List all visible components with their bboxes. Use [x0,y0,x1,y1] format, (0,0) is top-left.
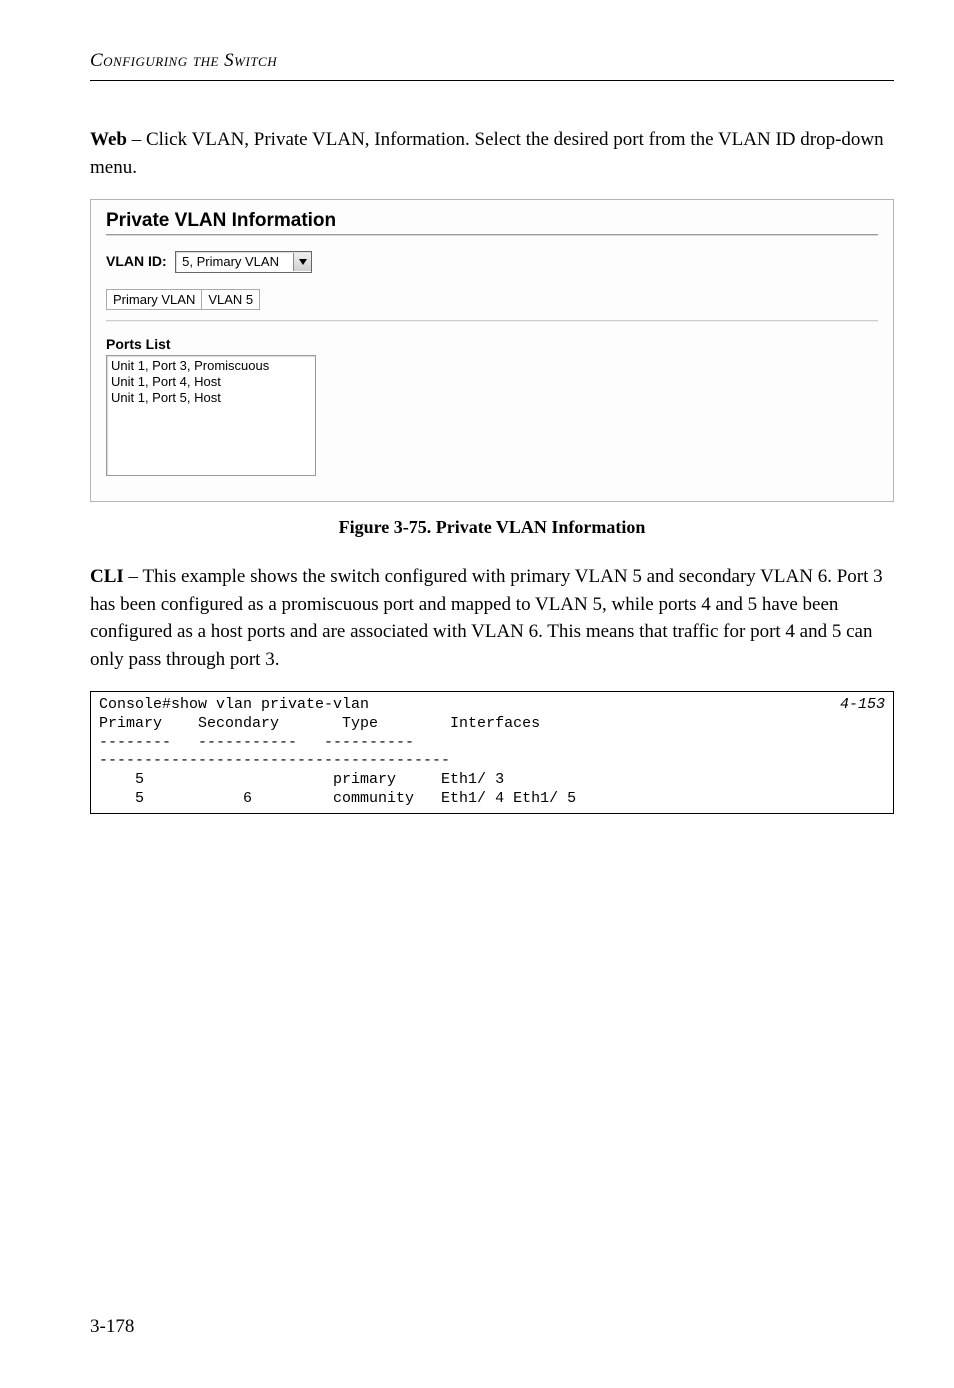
sub-rule [106,320,878,322]
cli-line1: Console#show vlan private-vlan [99,696,369,713]
page-number: 3-178 [90,1316,134,1338]
vlan-id-label: VLAN ID: [106,253,167,269]
cli-output-box: Console#show vlan private-vlan 4-153 Prim… [90,691,894,814]
vlan-id-value: 5, Primary VLAN [176,254,293,269]
cli-paragraph: CLI – This example shows the switch conf… [90,563,894,673]
cli-line5: 5 primary Eth1/ 3 [99,771,504,788]
cli-line3: -------- ----------- ---------- [99,734,414,751]
cli-lead: CLI [90,566,124,587]
cli-line2: Primary Secondary Type Interfaces [99,715,540,732]
figure-caption: Figure 3-75. Private VLAN Information [90,517,894,538]
section-header: Configuring the Switch [90,50,894,72]
intro-paragraph: Web – Click VLAN, Private VLAN, Informat… [90,126,894,181]
cli-rest: – This example shows the switch configur… [90,566,883,670]
chevron-down-icon[interactable] [293,253,311,271]
ports-list-box[interactable]: Unit 1, Port 3, Promiscuous Unit 1, Port… [106,355,316,476]
list-item[interactable]: Unit 1, Port 4, Host [111,374,311,390]
vlan-id-dropdown[interactable]: 5, Primary VLAN [175,251,312,273]
panel-title: Private VLAN Information [106,210,878,232]
screenshot-panel: Private VLAN Information VLAN ID: 5, Pri… [90,199,894,502]
cli-reference: 4-153 [840,696,885,715]
intro-rest: – Click VLAN, Private VLAN, Information.… [90,129,884,178]
section-header-text: Configuring the Switch [90,50,277,71]
list-item[interactable]: Unit 1, Port 3, Promiscuous [111,358,311,374]
vlan-id-row: VLAN ID: 5, Primary VLAN [106,250,878,273]
primary-vlan-cell-value: VLAN 5 [202,289,260,309]
ports-list-heading: Ports List [106,336,878,352]
list-item[interactable]: Unit 1, Port 5, Host [111,390,311,406]
table-row: Primary VLAN VLAN 5 [107,289,260,309]
primary-vlan-table: Primary VLAN VLAN 5 [106,289,260,310]
cli-line4: --------------------------------------- [99,752,450,769]
cli-line6: 5 6 community Eth1/ 4 Eth1/ 5 [99,790,576,807]
intro-lead: Web [90,129,127,150]
header-rule [90,80,894,81]
primary-vlan-cell-label: Primary VLAN [107,289,202,309]
panel-title-rule [106,234,878,236]
